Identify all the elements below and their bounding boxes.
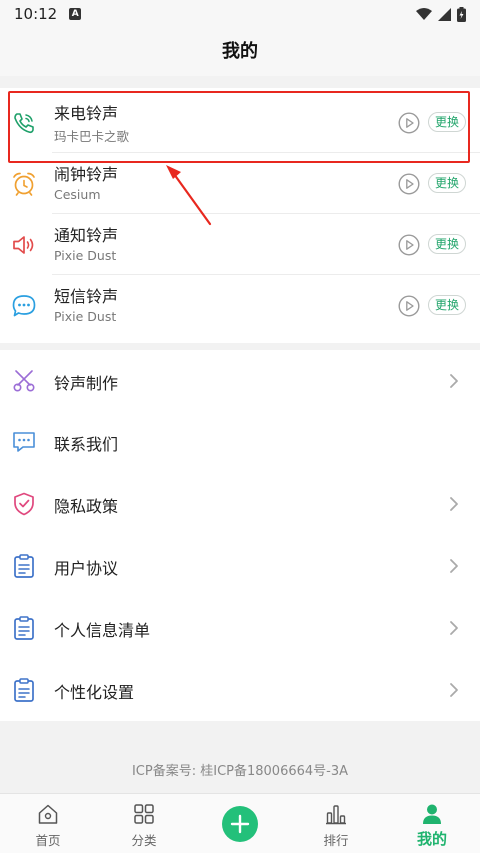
menu-item-personalization[interactable]: 个性化设置	[0, 659, 480, 721]
play-icon[interactable]	[398, 173, 420, 195]
menu-label: 个性化设置	[54, 683, 135, 702]
tab-label: 排行	[323, 833, 349, 848]
menu-label: 联系我们	[54, 435, 119, 454]
chevron-right-icon	[450, 621, 458, 635]
red-arrow-icon	[166, 165, 212, 226]
wifi-icon	[416, 7, 432, 20]
clipboard-icon	[14, 554, 34, 578]
clipboard-icon	[14, 678, 34, 702]
shield-icon	[14, 492, 34, 516]
menu-item-user-agreement[interactable]: 用户协议	[0, 535, 480, 597]
chevron-right-icon	[450, 559, 458, 573]
tab-ranking[interactable]: 排行	[288, 794, 384, 853]
ringtone-row-notification[interactable]: 通知铃声 Pixie Dust 更换	[0, 214, 480, 275]
tab-label: 分类	[131, 833, 157, 848]
ringtone-subtitle: Pixie Dust	[54, 248, 117, 263]
bottom-tab-bar: 首页 分类 排行 我的	[0, 793, 480, 853]
alarm-clock-icon	[13, 172, 35, 196]
tab-label: 首页	[35, 833, 61, 848]
profile-page: 10:12 A 我的 来电铃声 玛卡巴卡之歌 更换 闹钟铃声 Cesium 更换…	[0, 0, 480, 853]
highlight-box	[8, 91, 470, 163]
chat-bubble-icon	[12, 295, 36, 317]
status-bar: 10:12 A	[0, 0, 480, 28]
grid-icon	[134, 804, 154, 824]
add-button[interactable]	[222, 806, 258, 842]
tab-label: 我的	[416, 830, 447, 848]
chevron-right-icon	[450, 683, 458, 697]
icp-text: ICP备案号: 桂ICP备18006664号-3A	[131, 764, 349, 779]
ringtone-row-sms[interactable]: 短信铃声 Pixie Dust 更换	[0, 275, 480, 336]
tab-mine[interactable]: 我的	[384, 794, 480, 853]
ringtone-title: 闹钟铃声	[54, 165, 119, 184]
tab-add[interactable]	[192, 794, 288, 853]
home-icon	[38, 804, 58, 824]
menu-item-ringtone-maker[interactable]: 铃声制作	[0, 350, 480, 412]
menu-item-contact-us[interactable]: 联系我们	[0, 411, 480, 473]
menu-item-privacy-policy[interactable]: 隐私政策	[0, 473, 480, 535]
menu-label: 隐私政策	[54, 497, 119, 516]
ringtone-title: 短信铃声	[54, 287, 119, 306]
ringtone-subtitle: Pixie Dust	[54, 309, 117, 324]
chevron-right-icon	[450, 497, 458, 511]
play-icon[interactable]	[398, 234, 420, 256]
notification-a-icon: A	[69, 8, 82, 20]
status-icons	[416, 6, 466, 22]
person-icon	[423, 804, 441, 824]
menu-label: 用户协议	[54, 559, 119, 578]
message-icon	[13, 432, 35, 452]
page-header: 我的	[0, 28, 480, 76]
ringtone-title: 通知铃声	[54, 226, 119, 245]
menu-label: 个人信息清单	[54, 621, 151, 640]
ringtone-subtitle: Cesium	[54, 187, 101, 202]
plus-icon	[230, 814, 250, 834]
menu-item-personal-info-list[interactable]: 个人信息清单	[0, 597, 480, 659]
bar-chart-icon	[326, 805, 346, 825]
tab-home[interactable]: 首页	[0, 794, 96, 853]
speaker-icon	[13, 236, 34, 254]
battery-icon	[457, 6, 466, 22]
signal-icon	[438, 7, 451, 21]
page-title: 我的	[222, 41, 258, 62]
change-button[interactable]: 更换	[428, 234, 466, 254]
status-time: 10:12	[14, 5, 58, 23]
tab-category[interactable]: 分类	[96, 794, 192, 853]
play-icon[interactable]	[398, 295, 420, 317]
change-button[interactable]: 更换	[428, 295, 466, 315]
chevron-right-icon	[450, 374, 458, 388]
scissors-icon	[13, 370, 35, 392]
menu-label: 铃声制作	[54, 374, 119, 393]
change-button[interactable]: 更换	[428, 173, 466, 193]
clipboard-icon	[14, 616, 34, 640]
